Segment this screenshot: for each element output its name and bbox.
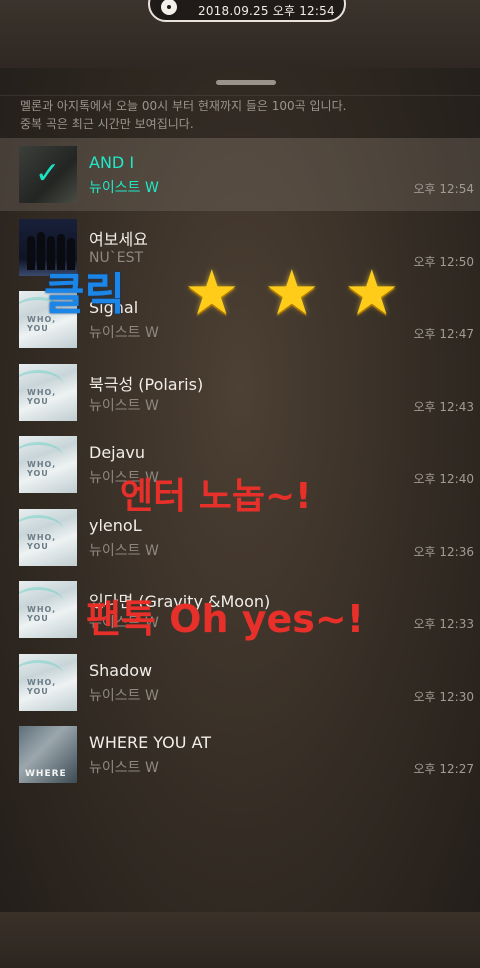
album-art: WHO, YOU (19, 581, 77, 638)
album-art: ✓ (19, 146, 77, 203)
song-artist: 뉴이스트 W (89, 542, 159, 559)
played-time: 오후 12:54 (413, 182, 474, 196)
notice-line-1: 멜론과 아지톡에서 오늘 00시 부터 현재까지 들은 100곡 입니다. (20, 99, 347, 113)
song-title: Dejavu (89, 443, 146, 462)
song-row[interactable]: WHO, YOU Shadow 뉴이스트 W 오후 12:30 (0, 646, 480, 719)
overlay-click-text: 클릭 (44, 269, 125, 320)
album-art-text: WHO, YOU (27, 387, 57, 406)
song-artist: 뉴이스트 W (89, 180, 159, 196)
played-time: 오후 12:30 (413, 689, 474, 704)
album-art-text: WHO, YOU (27, 532, 57, 551)
album-art-text: WHO, YOU (27, 460, 57, 478)
song-row[interactable]: WHERE WHERE YOU AT 뉴이스트 W 오후 12:27 (0, 718, 480, 791)
divider (0, 95, 480, 96)
song-title: Shadow (89, 660, 153, 680)
star-icon: ★ (344, 256, 400, 329)
album-art: WHO, YOU (19, 363, 77, 421)
album-art: WHO, YOU (19, 508, 77, 566)
song-artist: 뉴이스트 W (89, 760, 159, 776)
album-art-text: WHERE (25, 769, 67, 779)
played-time: 오후 12:40 (413, 472, 474, 486)
played-time: 오후 12:47 (413, 327, 474, 341)
disc-icon (156, 0, 182, 20)
overlay-enter-text: 엔터 노놉~! (120, 476, 312, 517)
now-playing-pill[interactable]: 2018.09.25 오후 12:54 (148, 0, 346, 22)
album-figure (27, 235, 35, 270)
top-bar: 2018.09.25 오후 12:54 (0, 0, 480, 68)
played-time: 오후 12:33 (413, 617, 474, 631)
album-art-text: WHO, YOU (27, 677, 57, 696)
history-notice: 멜론과 아지톡에서 오늘 00시 부터 현재까지 들은 100곡 입니다. 중복… (20, 97, 346, 133)
played-time: 오후 12:27 (413, 762, 474, 776)
status-datetime: 2018.09.25 오후 12:54 (198, 4, 335, 18)
song-row[interactable]: ✓ AND I 뉴이스트 W 오후 12:54 (0, 138, 480, 211)
song-artist: 뉴이스트 W (89, 325, 159, 341)
bottom-bar (0, 912, 480, 968)
song-title: 북극성 (Polaris) (89, 374, 204, 394)
song-history-list: ✓ AND I 뉴이스트 W 오후 12:54 여보세요 NU`EST 오후 1… (0, 138, 480, 791)
song-title: AND I (89, 153, 135, 172)
notice-line-2: 중복 곡은 최근 시간만 보여집니다. (20, 117, 194, 131)
song-artist: 뉴이스트 W (89, 397, 159, 414)
checkmark-icon: ✓ (35, 156, 61, 191)
song-artist: 뉴이스트 W (89, 687, 159, 704)
drag-handle[interactable] (216, 80, 276, 85)
album-art: WHO, YOU (19, 436, 77, 493)
song-row[interactable]: WHO, YOU 북극성 (Polaris) 뉴이스트 W 오후 12:43 (0, 356, 480, 429)
star-icon: ★ (184, 256, 240, 329)
star-icon: ★ (264, 256, 320, 329)
album-art: WHO, YOU (19, 653, 77, 711)
played-time: 오후 12:43 (413, 399, 474, 414)
overlay-fantalk-text: 팬톡 Oh yes~! (86, 597, 365, 641)
album-art-text: WHO, YOU (27, 605, 57, 623)
song-title: 여보세요 (89, 229, 148, 249)
song-title: WHERE YOU AT (89, 733, 212, 752)
played-time: 오후 12:50 (413, 254, 474, 269)
album-art: WHERE (19, 726, 77, 783)
played-time: 오후 12:36 (413, 544, 474, 559)
